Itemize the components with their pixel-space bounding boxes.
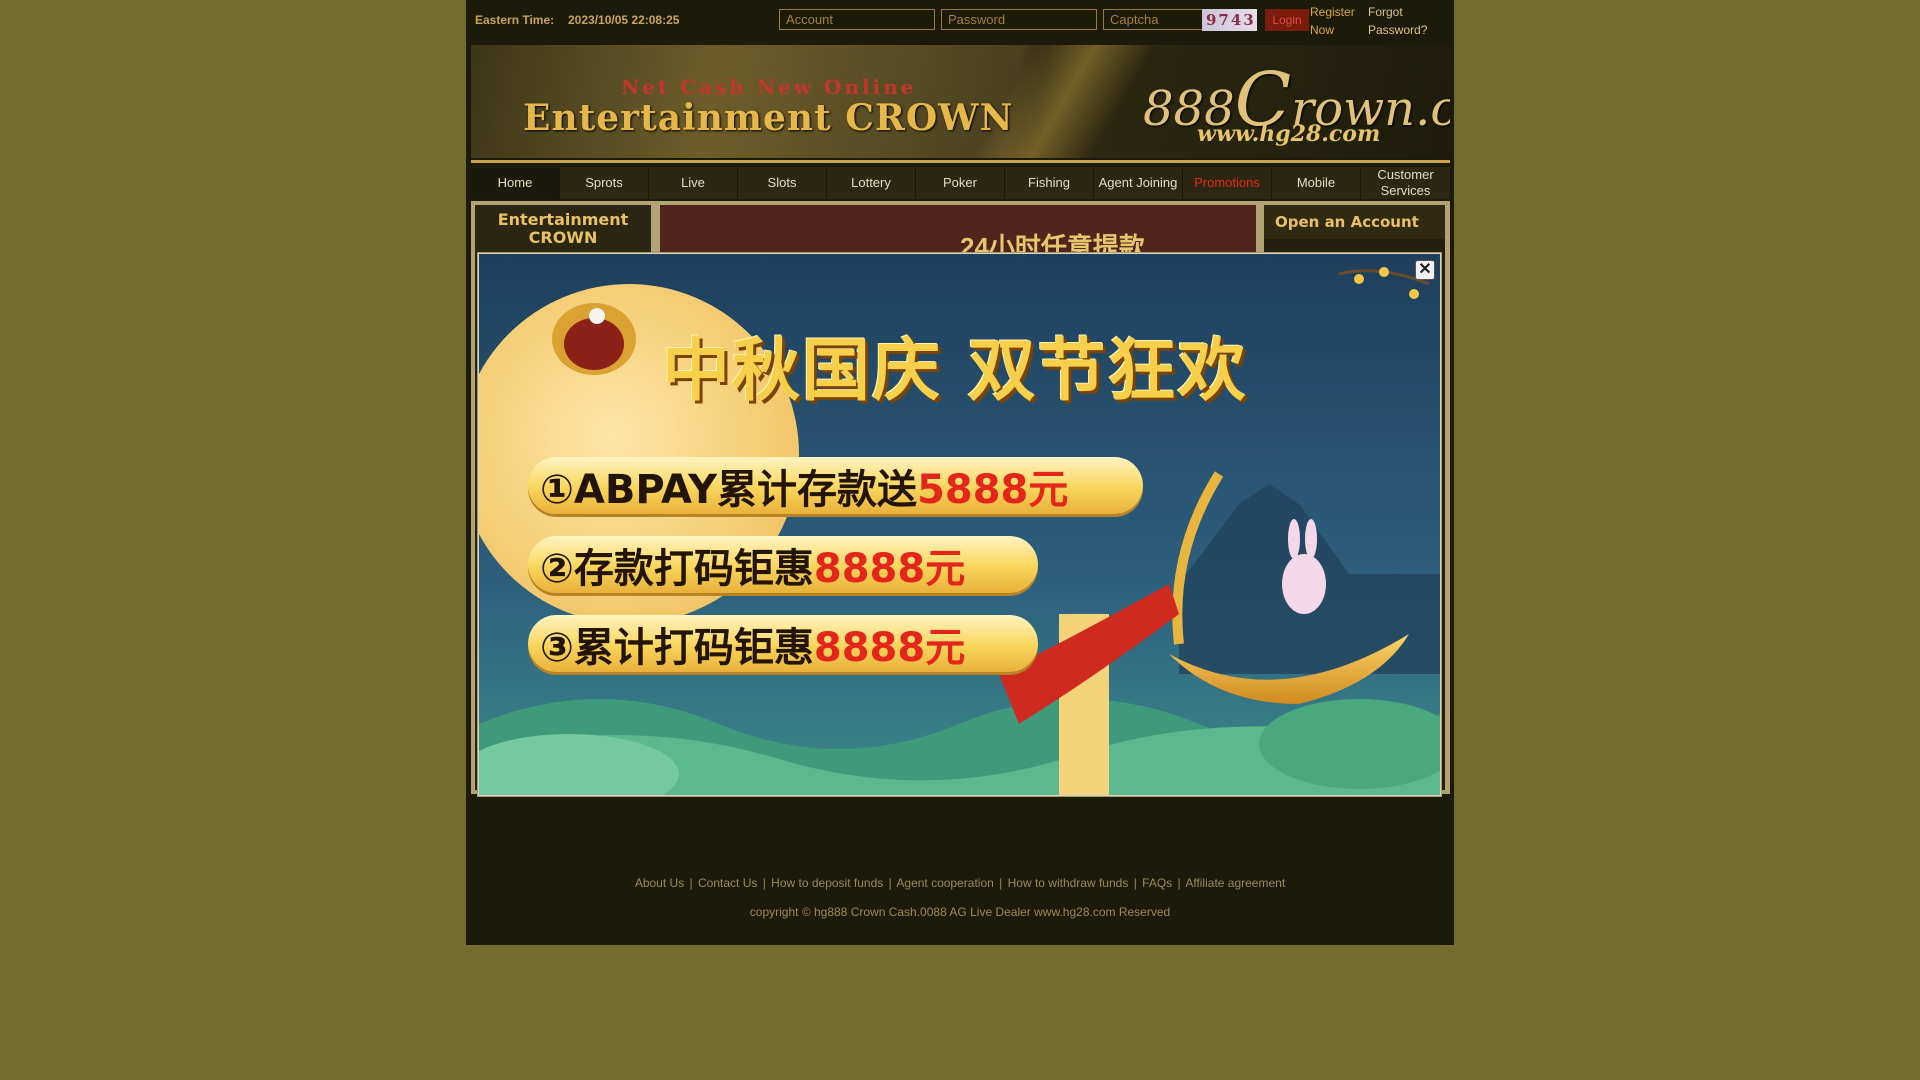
logo-url: www.hg28.com — [1197, 121, 1381, 147]
site-logo[interactable]: 888Crown.com www.hg28.com — [1143, 51, 1450, 155]
password-input[interactable] — [941, 9, 1097, 30]
nav-fishing[interactable]: Fishing — [1005, 167, 1094, 199]
footer-deposit-link[interactable]: How to deposit funds — [771, 876, 883, 890]
nav-slots[interactable]: Slots — [738, 167, 827, 199]
offer-text: ②存款打码钜惠 — [540, 545, 814, 592]
footer-faq-link[interactable]: FAQs — [1142, 876, 1172, 890]
nav-promotions[interactable]: Promotions — [1183, 167, 1272, 199]
promo-popup[interactable]: ✕ 中秋国庆 双节狂欢 ①ABPAY累计存款送 5888元 ②存款打码钜惠 8888… — [477, 252, 1442, 797]
nav-poker[interactable]: Poker — [916, 167, 1005, 199]
footer-separator: | — [1133, 876, 1137, 890]
offer-amount: 8888元 — [813, 624, 966, 671]
promo-title: 中秋国庆 双节狂欢 — [662, 332, 1248, 411]
nav-mobile[interactable]: Mobile — [1272, 167, 1361, 199]
captcha-image[interactable]: 9743 — [1202, 9, 1257, 31]
copyright-text: copyright © hg888 Crown Cash.0088 AG Liv… — [749, 905, 1171, 919]
offer-text: ①ABPAY累计存款送 — [540, 466, 918, 513]
offer-banner[interactable]: ③累计打码钜惠 8888元 — [528, 615, 1038, 672]
nav-home[interactable]: Home — [471, 167, 560, 199]
account-input[interactable] — [779, 9, 935, 30]
footer-links: About Us | Contact Us | How to deposit f… — [466, 876, 1454, 890]
footer-separator: | — [689, 876, 693, 890]
header-banner: Net Cash New Online Entertainment CROWN … — [471, 45, 1450, 158]
footer-contact-link[interactable]: Contact Us — [698, 876, 757, 890]
footer-separator: | — [888, 876, 892, 890]
offer-banner[interactable]: ①ABPAY累计存款送 5888元 — [528, 457, 1143, 514]
clock-label: Eastern Time: — [475, 13, 555, 27]
footer-about-link[interactable]: About Us — [635, 876, 684, 890]
nav-live[interactable]: Live — [649, 167, 738, 199]
footer-separator: | — [1177, 876, 1181, 890]
footer-withdraw-link[interactable]: How to withdraw funds — [1008, 876, 1129, 890]
crown-icon — [552, 303, 636, 375]
offer-text: ③累计打码钜惠 — [540, 624, 814, 671]
offer-amount: 8888元 — [813, 545, 966, 592]
open-account-title[interactable]: Open an Account — [1264, 205, 1445, 239]
footer-separator: | — [762, 876, 766, 890]
footer-separator: | — [999, 876, 1003, 890]
banner-title: Entertainment CROWN — [523, 97, 1014, 139]
captcha-input[interactable] — [1103, 9, 1203, 30]
close-icon[interactable]: ✕ — [1415, 260, 1435, 280]
nav-lottery[interactable]: Lottery — [827, 167, 916, 199]
main-nav: Home Sprots Live Slots Lottery Poker Fis… — [471, 167, 1450, 199]
register-link[interactable]: Register Now — [1310, 3, 1362, 39]
forgot-password-link[interactable]: Forgot Password? — [1368, 3, 1427, 39]
offer-amount: 5888元 — [917, 466, 1069, 513]
header-divider — [471, 160, 1450, 163]
nav-customer-services[interactable]: Customer Services — [1361, 167, 1450, 199]
left-sidebar-title: Entertainment CROWN — [475, 205, 651, 253]
nav-agent-joining[interactable]: Agent Joining — [1094, 167, 1183, 199]
login-button[interactable]: Login — [1265, 9, 1309, 31]
nav-sports[interactable]: Sprots — [560, 167, 649, 199]
footer-affiliate-link[interactable]: Affiliate agreement — [1185, 876, 1285, 890]
top-bar: Eastern Time: 2023/10/05 22:08:25 9743 L… — [466, 0, 1454, 42]
footer-agent-link[interactable]: Agent cooperation — [896, 876, 993, 890]
clock-value: 2023/10/05 22:08:25 — [568, 13, 680, 27]
offer-banner[interactable]: ②存款打码钜惠 8888元 — [528, 536, 1038, 593]
banner-tagline: Net Cash New Online — [621, 75, 917, 99]
